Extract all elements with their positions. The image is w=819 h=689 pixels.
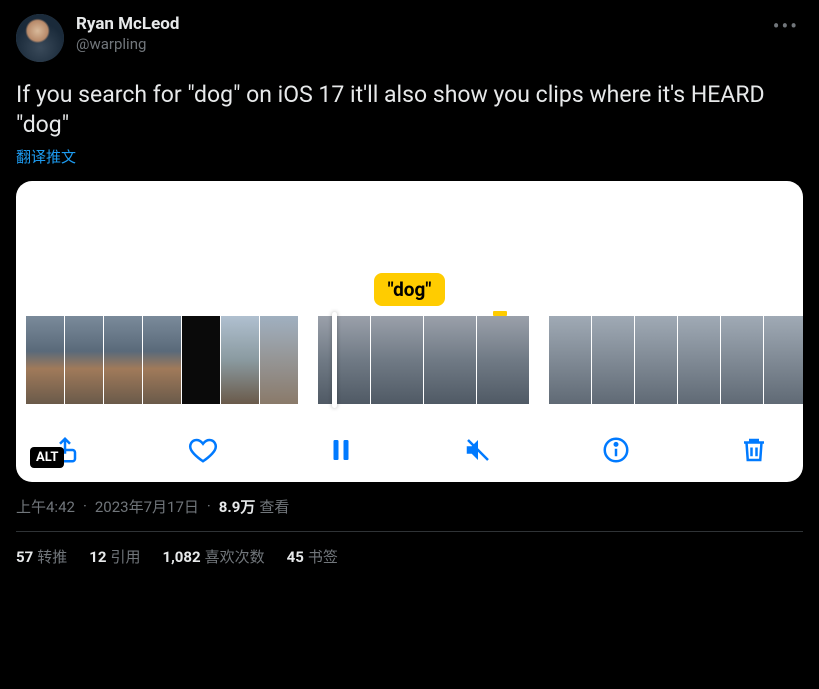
- like-button[interactable]: [188, 430, 218, 470]
- caption-bubble: "dog": [374, 273, 446, 306]
- clip-frame: [424, 316, 476, 404]
- clip-frame: [104, 316, 142, 404]
- views-count: 8.9万: [219, 496, 256, 517]
- media-card[interactable]: "dog": [16, 181, 803, 482]
- clip-frame: [678, 316, 720, 404]
- clip-frame: [635, 316, 677, 404]
- tweet-container: Ryan McLeod @warpling ••• If you search …: [0, 0, 819, 567]
- bookmarks-stat[interactable]: 45书签: [287, 546, 338, 567]
- clip-frame: [65, 316, 103, 404]
- clip-frame: [182, 316, 220, 404]
- delete-button[interactable]: [739, 430, 769, 470]
- translate-link[interactable]: 翻译推文: [16, 146, 803, 167]
- tweet-text: If you search for "dog" on iOS 17 it'll …: [16, 80, 803, 140]
- handle: @warpling: [76, 35, 179, 54]
- clip-frame: [549, 316, 591, 404]
- likes-stat[interactable]: 1,082喜欢次数: [162, 546, 264, 567]
- alt-badge[interactable]: ALT: [30, 447, 64, 468]
- clip-group-1[interactable]: [26, 316, 298, 404]
- clip-frame: [318, 316, 370, 404]
- clip-frame: [260, 316, 298, 404]
- views-label[interactable]: 查看: [259, 496, 289, 517]
- clip-frame: [221, 316, 259, 404]
- clip-frame: [477, 316, 529, 404]
- mute-button[interactable]: [463, 430, 493, 470]
- clip-frame: [764, 316, 803, 404]
- pause-button[interactable]: [326, 430, 356, 470]
- tweet-header: Ryan McLeod @warpling •••: [16, 14, 803, 62]
- media-whitespace: [26, 191, 793, 273]
- tweet-time[interactable]: 上午4:42: [16, 496, 75, 517]
- info-button[interactable]: [601, 430, 631, 470]
- tweet-meta: 上午4:42 2023年7月17日 8.9万 查看: [16, 496, 803, 517]
- clip-frame: [592, 316, 634, 404]
- tweet-stats: 57转推 12引用 1,082喜欢次数 45书签: [16, 532, 803, 567]
- media-toolbar: [26, 422, 793, 470]
- clip-group-2[interactable]: [318, 316, 529, 404]
- retweets-stat[interactable]: 57转推: [16, 546, 67, 567]
- clip-frame: [721, 316, 763, 404]
- clip-group-3[interactable]: [549, 316, 803, 404]
- author-names[interactable]: Ryan McLeod @warpling: [76, 14, 179, 54]
- video-timeline[interactable]: [26, 316, 793, 404]
- caption-row: "dog": [26, 273, 793, 306]
- meta-dot: [203, 497, 215, 515]
- meta-dot: [79, 497, 91, 515]
- more-button[interactable]: •••: [769, 14, 803, 38]
- display-name: Ryan McLeod: [76, 14, 179, 35]
- tweet-date[interactable]: 2023年7月17日: [95, 496, 199, 517]
- clip-frame: [26, 316, 64, 404]
- clip-frame: [143, 316, 181, 404]
- quotes-stat[interactable]: 12引用: [89, 546, 140, 567]
- clip-frame: [371, 316, 423, 404]
- avatar[interactable]: [16, 14, 64, 62]
- playhead[interactable]: [332, 312, 337, 408]
